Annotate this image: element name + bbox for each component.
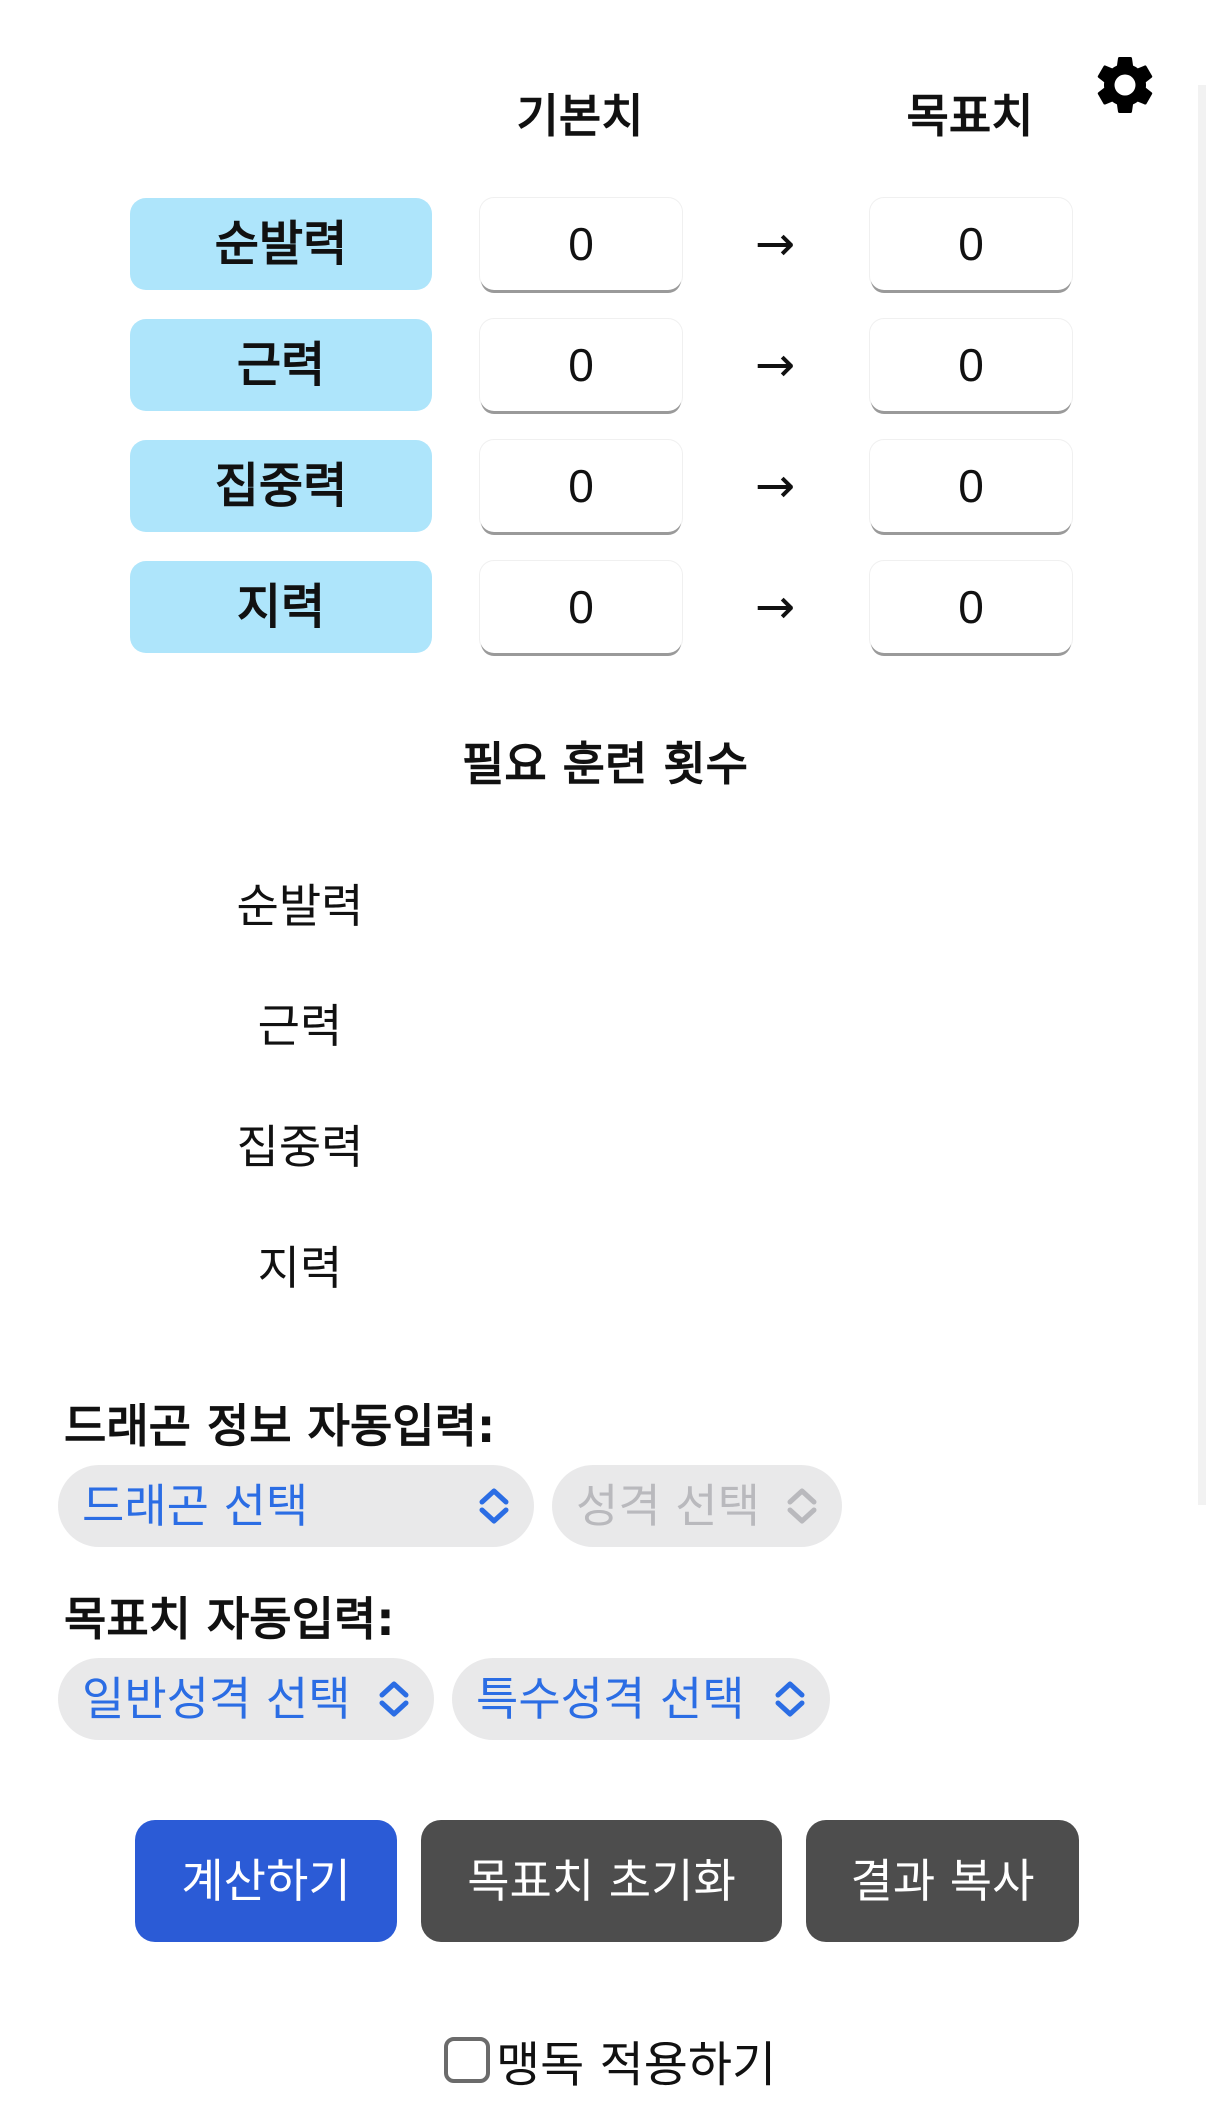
stat-row-focus: 집중력 →	[0, 440, 1206, 532]
target-value-input[interactable]	[870, 319, 1072, 411]
dragon-select[interactable]: 드래곤 선택	[58, 1465, 534, 1547]
stat-label: 근력	[130, 319, 432, 411]
base-column-header: 기본치	[516, 89, 644, 143]
result-label: 근력	[257, 999, 343, 1053]
stat-calculator-page: 기본치 목표치 순발력 → 근력 → 집중력 → 지력 → 필요 훈련 횟수 순…	[0, 0, 1206, 2117]
base-value-input[interactable]	[480, 561, 682, 653]
result-label: 집중력	[236, 1120, 364, 1174]
base-value-input[interactable]	[480, 440, 682, 532]
chevron-updown-icon	[772, 1658, 808, 1740]
calculate-button[interactable]: 계산하기	[135, 1820, 397, 1942]
result-label: 순발력	[236, 879, 364, 933]
dragon-autofill-label: 드래곤 정보 자동입력:	[64, 1399, 496, 1453]
normal-personality-select[interactable]: 일반성격 선택	[58, 1658, 434, 1740]
stat-row-agility: 순발력 →	[0, 198, 1206, 290]
personality-select: 성격 선택	[552, 1465, 842, 1547]
stat-label: 지력	[130, 561, 432, 653]
target-column-header: 목표치	[906, 89, 1034, 143]
gear-icon[interactable]	[1090, 50, 1160, 120]
stat-row-strength: 근력 →	[0, 319, 1206, 411]
base-value-input[interactable]	[480, 319, 682, 411]
poison-option[interactable]: 맹독 적용하기	[444, 2030, 776, 2093]
target-value-input[interactable]	[870, 440, 1072, 532]
personality-select-value: 성격 선택	[576, 1479, 760, 1533]
chevron-updown-icon	[476, 1465, 512, 1547]
arrow-icon: →	[754, 458, 796, 514]
result-label: 지력	[257, 1241, 343, 1295]
stat-row-intelligence: 지력 →	[0, 561, 1206, 653]
special-personality-select[interactable]: 특수성격 선택	[452, 1658, 830, 1740]
base-value-input[interactable]	[480, 198, 682, 290]
results-title: 필요 훈련 횟수	[462, 737, 748, 791]
chevron-updown-icon	[376, 1658, 412, 1740]
arrow-icon: →	[754, 216, 796, 272]
poison-checkbox[interactable]	[444, 2037, 490, 2083]
target-autofill-label: 목표치 자동입력:	[64, 1592, 395, 1646]
scrollbar-track	[1198, 85, 1206, 1505]
copy-result-button[interactable]: 결과 복사	[806, 1820, 1079, 1942]
stat-label: 집중력	[130, 440, 432, 532]
target-value-input[interactable]	[870, 198, 1072, 290]
target-value-input[interactable]	[870, 561, 1072, 653]
arrow-icon: →	[754, 579, 796, 635]
chevron-updown-icon	[784, 1465, 820, 1547]
normal-personality-select-value: 일반성격 선택	[82, 1672, 351, 1726]
arrow-icon: →	[754, 337, 796, 393]
dragon-select-value: 드래곤 선택	[82, 1479, 309, 1533]
poison-label: 맹독 적용하기	[496, 2037, 777, 2093]
stat-label: 순발력	[130, 198, 432, 290]
reset-target-button[interactable]: 목표치 초기화	[421, 1820, 782, 1942]
special-personality-select-value: 특수성격 선택	[476, 1672, 745, 1726]
